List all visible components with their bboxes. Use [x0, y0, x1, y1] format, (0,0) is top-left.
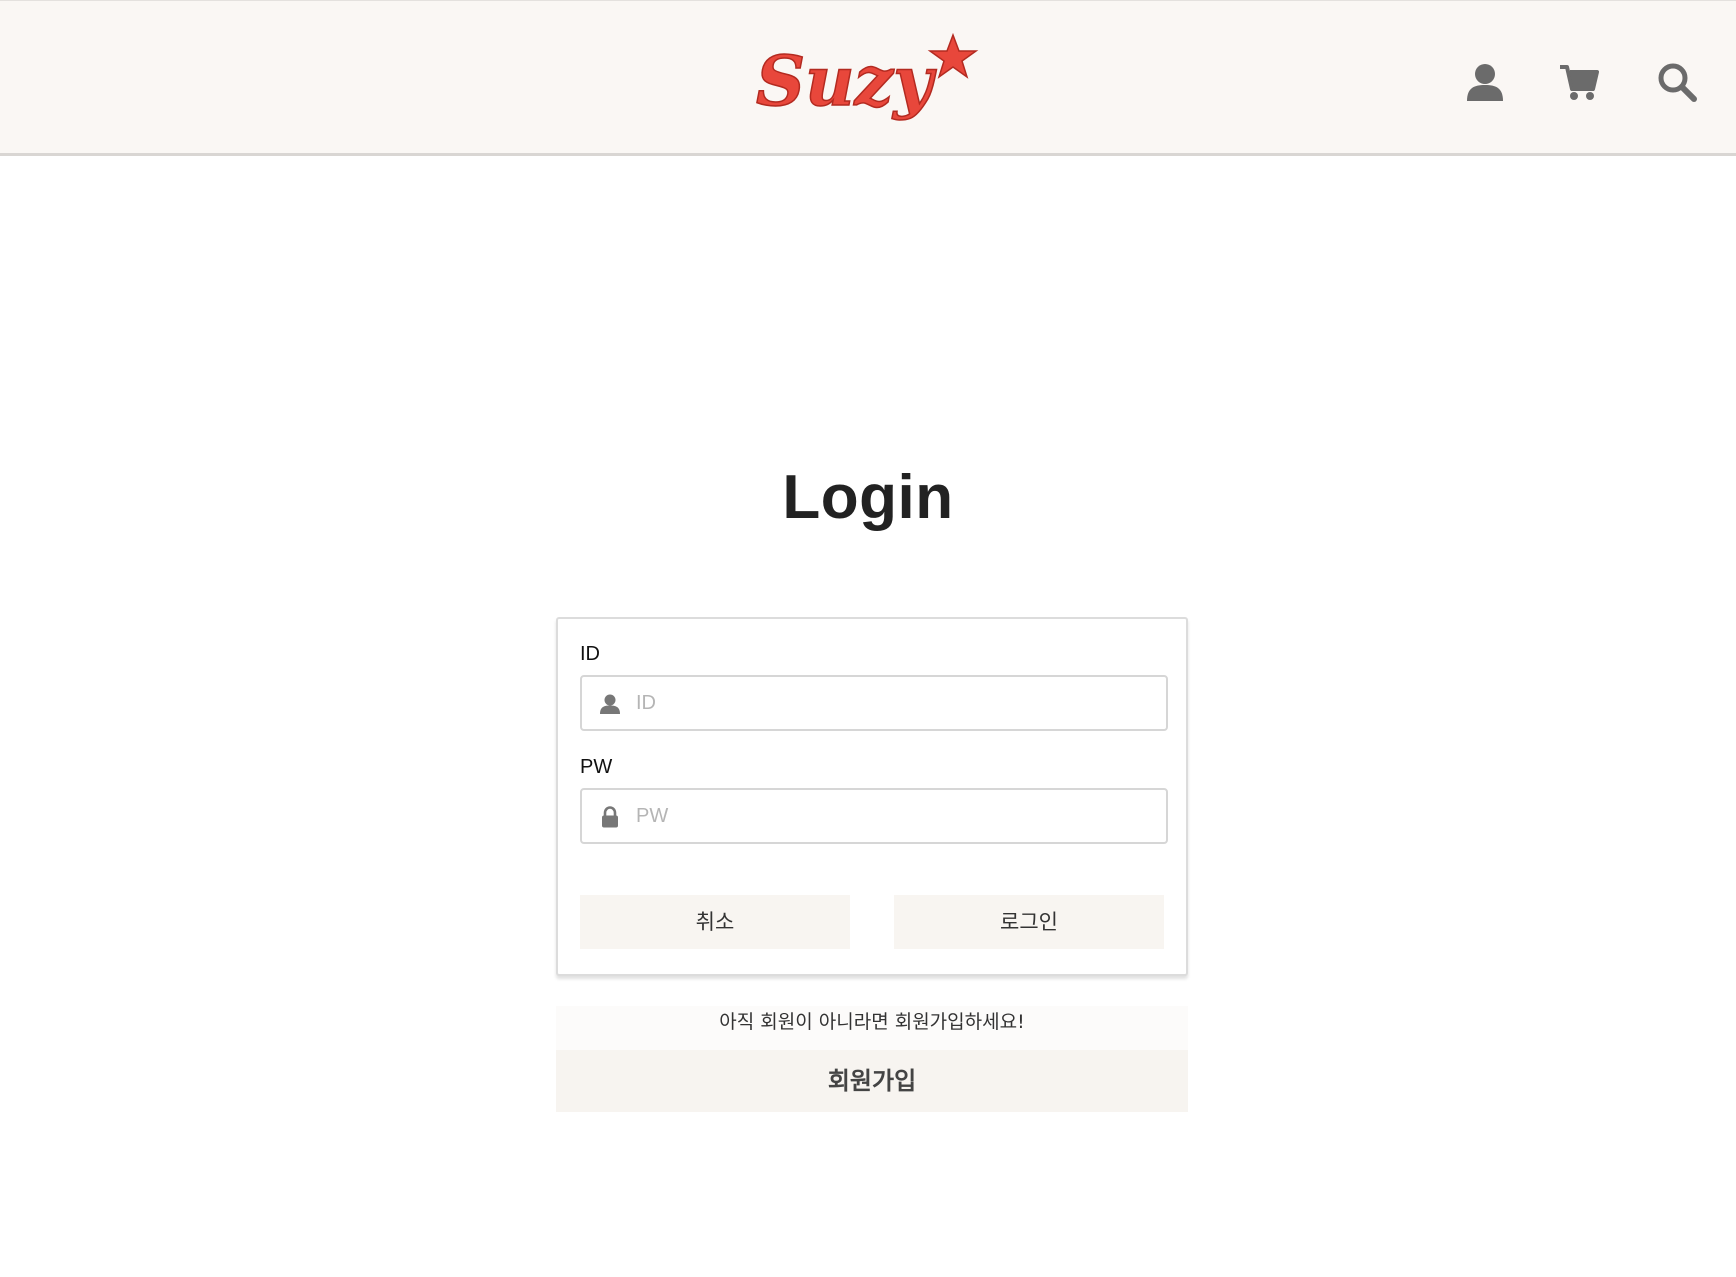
lock-icon	[599, 806, 621, 828]
search-icon[interactable]	[1656, 61, 1698, 103]
logo-text: Suzy	[756, 42, 937, 122]
cart-icon[interactable]	[1558, 61, 1600, 103]
cancel-button[interactable]: 취소	[580, 895, 850, 949]
id-field-wrapper[interactable]	[580, 675, 1168, 731]
id-input[interactable]	[636, 677, 1156, 729]
login-button[interactable]: 로그인	[894, 895, 1164, 949]
page-title: Login	[782, 463, 954, 532]
user-icon	[599, 693, 621, 715]
suzy-logo[interactable]: Suzy	[748, 29, 988, 129]
login-form: ID PW 취소 로그인	[556, 617, 1188, 976]
signup-note: 아직 회원이 아니라면 회원가입하세요!	[556, 1006, 1188, 1050]
logo-star-icon	[927, 32, 979, 79]
pw-input[interactable]	[636, 790, 1156, 842]
site-header: Suzy	[0, 0, 1736, 156]
pw-field-wrapper[interactable]	[580, 788, 1168, 844]
signup-button[interactable]: 회원가입	[556, 1050, 1188, 1112]
pw-label: PW	[580, 756, 613, 778]
user-icon[interactable]	[1464, 61, 1506, 103]
id-label: ID	[580, 643, 600, 665]
